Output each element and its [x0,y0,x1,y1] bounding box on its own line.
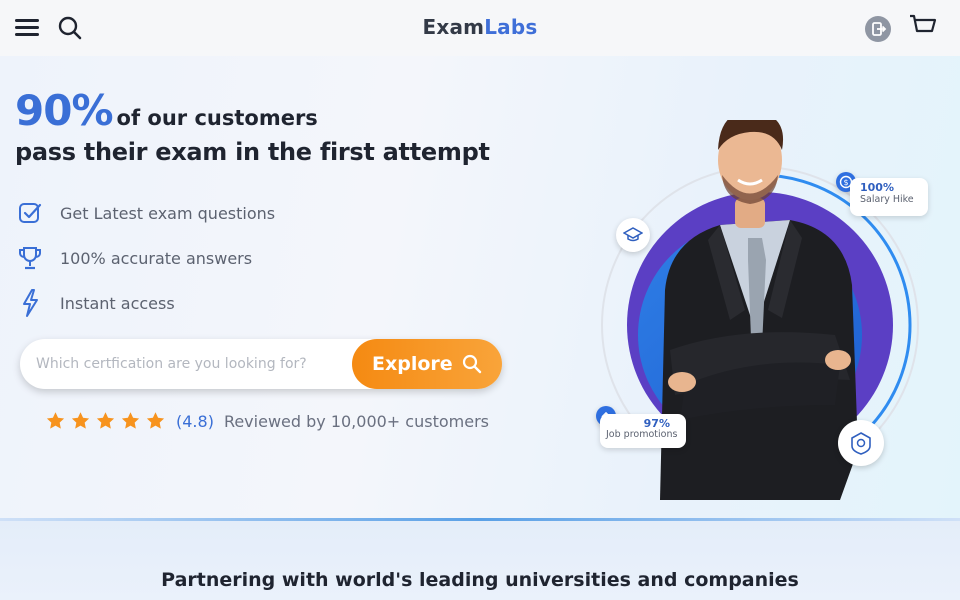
feature-label: Instant access [60,293,175,313]
certification-search-input[interactable] [36,353,354,375]
logout-icon[interactable] [865,16,891,42]
salary-hike-value: 100% [860,181,894,194]
cart-icon[interactable] [909,13,937,39]
rating-value: (4.8) [176,411,214,431]
hero-subheadline: pass their exam in the first attempt [15,138,490,166]
search-icon [461,353,483,375]
examlabs-logo[interactable]: ExamLabs [0,15,960,39]
graduation-cap-icon [616,218,650,252]
trophy-icon [16,244,44,272]
salary-hike-label: Salary Hike [860,194,914,205]
hero-illustration: $ 100% Salary Hike 97% Job promotions [590,111,940,500]
logo-part-exam: Exam [422,15,485,39]
star-icon [121,412,140,429]
logo-part-labs: Labs [484,15,538,39]
top-header: ExamLabs [0,0,960,56]
lightning-icon [16,289,44,317]
svg-text:$: $ [843,178,848,187]
certification-search-bar: Explore [20,339,502,389]
explore-button-label: Explore [372,353,453,375]
checkbox-icon [16,199,44,227]
partners-heading: Partnering with world's leading universi… [161,569,799,591]
hero-headline: 90% of our customers [15,86,318,135]
success-rate-stat: 90% [15,86,114,135]
star-icon [46,412,65,429]
feature-item-latest-questions: Get Latest exam questions [16,198,275,228]
feature-label: Get Latest exam questions [60,203,276,223]
explore-button[interactable]: Explore [352,339,502,389]
salary-hike-badge: 100% Salary Hike [850,178,928,216]
star-icon [146,412,165,429]
job-promotions-label: Job promotions [606,429,678,440]
feature-item-accurate-answers: 100% accurate answers [16,243,252,273]
reviews-count-text: Reviewed by 10,000+ customers [223,411,489,431]
job-promotions-badge: 97% Job promotions [600,414,686,448]
certificate-icon [838,420,884,466]
feature-label: 100% accurate answers [60,248,253,268]
star-icon [96,412,115,429]
star-icon [71,412,90,429]
feature-item-instant-access: Instant access [16,288,175,318]
headline-text: of our customers [116,106,318,130]
customer-rating: (4.8) Reviewed by 10,000+ customers [45,410,489,432]
